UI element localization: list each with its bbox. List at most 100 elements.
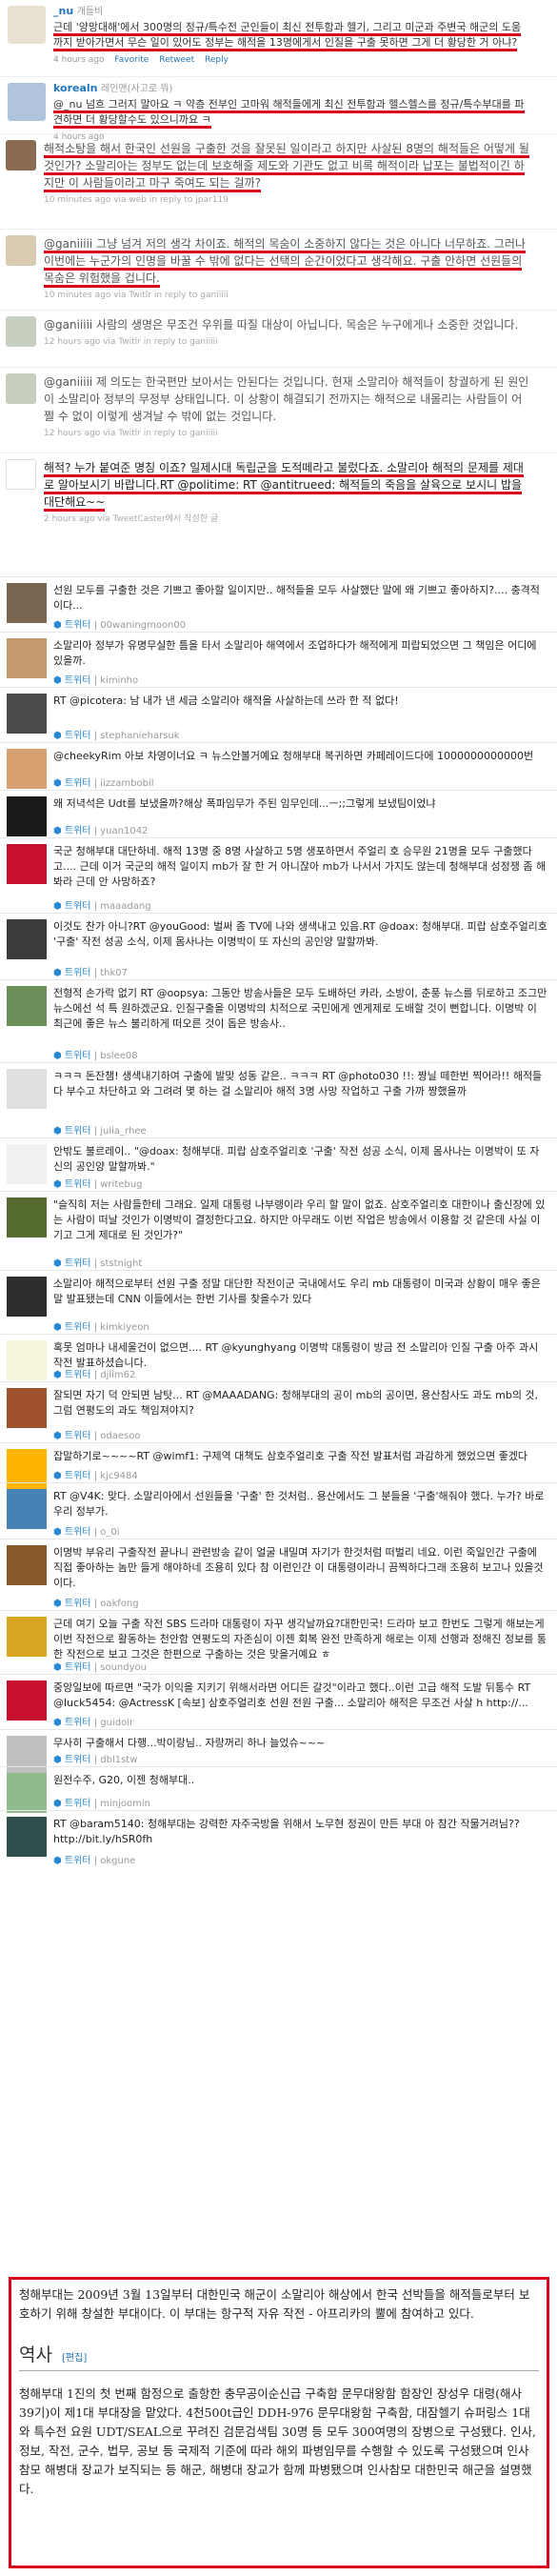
twitter-label[interactable]: ⬢ 트위터	[53, 731, 94, 741]
avatar[interactable]	[7, 1817, 47, 1857]
avatar[interactable]	[7, 1069, 47, 1109]
avatar[interactable]	[7, 1277, 47, 1317]
avatar[interactable]	[7, 844, 47, 884]
twitter-label[interactable]: ⬢ 트위터	[53, 1599, 94, 1609]
tweet-username[interactable]: | o_0i	[94, 1527, 120, 1538]
tweet-time[interactable]: 4 hours ago	[53, 55, 105, 65]
tweet-username[interactable]: | guidoir	[94, 1718, 133, 1728]
twitter-label[interactable]: ⬢ 트위터	[53, 1051, 94, 1061]
tweet-username[interactable]: | kiminho	[94, 675, 138, 686]
tweet-meta: ⬢ 트위터 | o_0i	[53, 1523, 120, 1538]
tweet-username[interactable]: | thk07	[94, 968, 128, 978]
tweet-username[interactable]: | bslee08	[94, 1051, 138, 1061]
tweet-text: "슬직히 저는 사람들한테 그래요. 일제 대통령 나부랭이라 우리 할 말이 …	[53, 1198, 546, 1241]
avatar[interactable]	[7, 583, 47, 623]
avatar[interactable]	[7, 749, 47, 789]
avatar[interactable]	[7, 919, 47, 959]
twitter-label[interactable]: ⬢ 트위터	[53, 675, 94, 686]
tweet-text: @ganiiiii 제 의도는 한국편만 보아서는 안된다는 것입니다. 현재 …	[44, 375, 529, 423]
avatar[interactable]	[8, 83, 46, 121]
avatar[interactable]	[7, 1489, 47, 1529]
avatar[interactable]	[7, 986, 47, 1026]
tweet-username[interactable]: | stephanieharsuk	[94, 731, 180, 741]
twitter-label[interactable]: ⬢ 트위터	[53, 1179, 94, 1190]
avatar[interactable]	[7, 1340, 47, 1380]
twitter-label[interactable]: ⬢ 트위터	[53, 1662, 94, 1673]
avatar[interactable]	[7, 1680, 47, 1721]
retweet-button[interactable]: Retweet	[159, 55, 194, 65]
tweet-username[interactable]: | minjoomin	[94, 1799, 150, 1809]
favorite-button[interactable]: Favorite	[114, 55, 149, 65]
avatar[interactable]	[7, 1773, 47, 1813]
twitter-label[interactable]: ⬢ 트위터	[53, 1471, 94, 1481]
tweet-text: 왜 저녁석은 Udt를 보냈을까?해상 폭파임무가 주된 임무인데...ㅡ;;그…	[53, 797, 436, 810]
tweet-username[interactable]: | soundyou	[94, 1662, 147, 1673]
tweet-username[interactable]: | kimkiyeon	[94, 1322, 149, 1333]
tweet-text: 이것도 찬가 아니?RT @youGood: 벌써 좀 TV에 나와 생색내고 …	[53, 920, 547, 948]
twitter-label[interactable]: ⬢ 트위터	[53, 1527, 94, 1538]
twitter-label[interactable]: ⬢ 트위터	[53, 1799, 94, 1809]
twitter-label[interactable]: ⬢ 트위터	[53, 1126, 94, 1137]
twitter-label[interactable]: ⬢ 트위터	[53, 778, 94, 789]
tweet-meta[interactable]: 10 minutes ago via web in reply to jpar1…	[44, 191, 529, 209]
tweet-username[interactable]: | kjc9484	[94, 1471, 138, 1481]
twitter-label[interactable]: ⬢ 트위터	[53, 1322, 94, 1333]
reply-button[interactable]: Reply	[205, 55, 229, 65]
tweet-meta: ⬢ 트위터 | ststnight	[53, 1255, 142, 1269]
avatar[interactable]	[7, 638, 47, 678]
tweet-username[interactable]: | okgune	[94, 1856, 136, 1866]
avatar[interactable]	[7, 796, 47, 836]
twitter-label[interactable]: ⬢ 트위터	[53, 1431, 94, 1441]
twitter-label[interactable]: ⬢ 트위터	[53, 826, 94, 836]
tweet-username[interactable]: _nu	[53, 5, 73, 17]
tweet-username[interactable]: korealn	[53, 82, 98, 94]
avatar[interactable]	[6, 459, 36, 490]
tweet-meta[interactable]: 10 minutes ago via Twitlr in reply to ga…	[44, 287, 529, 304]
tweet-text: 근데 '양망대해'에서 300명의 정규/특수전 군인들이 최신 전투함과 헬기…	[53, 21, 522, 51]
tweet-body: @ganiiiii 제 의도는 한국편만 보아서는 안된다는 것입니다. 현재 …	[44, 373, 529, 442]
twitter-label[interactable]: ⬢ 트위터	[53, 620, 94, 631]
avatar[interactable]	[7, 1144, 47, 1184]
tweet-meta[interactable]: 12 hours ago via Twitlr in reply to gani…	[44, 425, 529, 442]
twitter-label[interactable]: ⬢ 트위터	[53, 1718, 94, 1728]
tweet-meta[interactable]: 2 hours ago via TweetCaster에서 작성한 글	[44, 511, 529, 528]
tweet-card: @ganiiiii 사람의 생명은 무조건 우위를 따질 대상이 아닙니다. 목…	[0, 310, 557, 367]
avatar[interactable]	[6, 235, 36, 266]
avatar[interactable]	[7, 694, 47, 734]
tweet-username[interactable]: | maaadang	[94, 901, 151, 912]
twitter-label[interactable]: ⬢ 트위터	[53, 901, 94, 912]
twitter-label[interactable]: ⬢ 트위터	[53, 1258, 94, 1269]
tweet-text: 잘되면 자기 덕 안되면 남탓... RT @MAAADANG: 청해부대의 공…	[53, 1389, 539, 1417]
tweet-username[interactable]: | oakfong	[94, 1599, 139, 1609]
avatar[interactable]	[6, 373, 36, 404]
tweet-username[interactable]: | julia_rhee	[94, 1126, 147, 1137]
edit-link[interactable]: [편집]	[62, 2353, 87, 2364]
avatar[interactable]	[7, 1197, 47, 1238]
avatar[interactable]	[7, 1617, 47, 1657]
tweet-card: @ganiiiii 그냥 넘겨 저의 생각 차이죠. 해적의 목숨이 소중하지 …	[0, 229, 557, 310]
twitter-label[interactable]: ⬢ 트위터	[53, 968, 94, 978]
twitter-label[interactable]: ⬢ 트위터	[53, 1755, 94, 1765]
tweet-meta: ⬢ 트위터 | thk07	[53, 964, 128, 978]
tweet-username[interactable]: | dbl1stw	[94, 1755, 138, 1765]
tweet-username[interactable]: | iizzambobil	[94, 778, 154, 789]
tweet-text: 이명박 부유리 구출작전 끝나니 관련방송 같이 얼굴 내밀며 자기가 한것처럼…	[53, 1546, 544, 1589]
avatar[interactable]	[6, 316, 36, 347]
tweet-username[interactable]: | odaesoo	[94, 1431, 141, 1441]
twitter-label[interactable]: ⬢ 트위터	[53, 1370, 94, 1380]
wiki-heading-text: 역사	[19, 2345, 52, 2365]
tweet-meta: ⬢ 트위터 | dbl1stw	[53, 1751, 137, 1765]
tweet-meta[interactable]: 12 hours ago via Twitlr in reply to gani…	[44, 333, 529, 351]
tweet-username[interactable]: | 00waningmoon00	[94, 620, 186, 631]
avatar[interactable]	[7, 1545, 47, 1585]
tweet-text: 중앙일보에 따르면 "국가 이익을 지키기 위해서라면 어디든 갈것"이라고 했…	[53, 1681, 531, 1709]
tweet-username[interactable]: | ststnight	[94, 1258, 143, 1269]
tweet-username[interactable]: | djlim62	[94, 1370, 136, 1380]
tweet-username[interactable]: | yuan1042	[94, 826, 149, 836]
tweet-row: 혹못 엄마나 내세울건이 없으면.... RT @kyunghyang 이명박 …	[0, 1334, 557, 1381]
avatar[interactable]	[6, 140, 36, 171]
tweet-username[interactable]: | writebug	[94, 1179, 143, 1190]
twitter-label[interactable]: ⬢ 트위터	[53, 1856, 94, 1866]
avatar[interactable]	[8, 6, 46, 44]
avatar[interactable]	[7, 1388, 47, 1428]
